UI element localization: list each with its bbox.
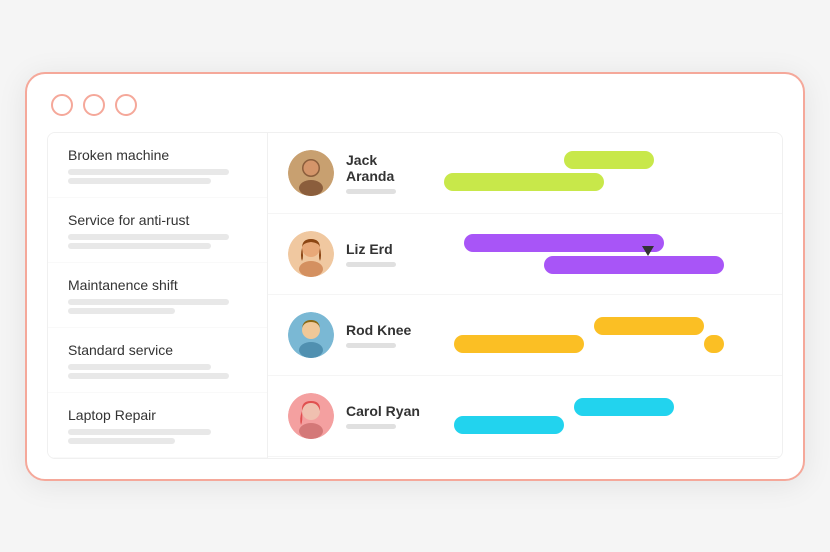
sidebar-item-title: Maintanence shift: [68, 277, 247, 293]
avatar-jack: [288, 150, 334, 196]
person-info-carol: Carol Ryan: [288, 393, 428, 439]
sidebar-item-laptop-repair[interactable]: Laptop Repair: [48, 393, 267, 458]
person-name-liz: Liz Erd: [346, 241, 396, 257]
gantt-bar-carol-1: [454, 416, 564, 434]
sidebar-item-maintenance[interactable]: Maintanence shift: [48, 263, 267, 328]
person-name-jack: Jack Aranda: [346, 152, 428, 184]
sidebar-bar-2: [68, 373, 229, 379]
person-sub-jack: [346, 189, 396, 194]
gantt-row-jack: Jack Aranda: [268, 133, 782, 214]
main-layout: Broken machine Service for anti-rust Mai…: [47, 132, 783, 459]
gantt-row-carol: Carol Ryan: [268, 376, 782, 457]
sidebar-item-title: Standard service: [68, 342, 247, 358]
sidebar-bar-1: [68, 234, 229, 240]
sidebar: Broken machine Service for anti-rust Mai…: [48, 133, 268, 458]
gantt-bar-carol-2: [574, 398, 674, 416]
sidebar-bar-1: [68, 299, 229, 305]
gantt-bar-rod-1: [454, 335, 584, 353]
gantt-bar-jack-2: [564, 151, 654, 169]
person-info-rod: Rod Knee: [288, 312, 428, 358]
gantt-bar-rod-2: [594, 317, 704, 335]
browser-controls: [47, 94, 783, 116]
gantt-bar-jack-1: [444, 173, 604, 191]
sidebar-item-standard-service[interactable]: Standard service: [48, 328, 267, 393]
browser-window: Broken machine Service for anti-rust Mai…: [25, 72, 805, 481]
sidebar-bar-1: [68, 429, 211, 435]
sidebar-bar-2: [68, 243, 211, 249]
person-name-rod: Rod Knee: [346, 322, 411, 338]
cursor-indicator: [642, 246, 654, 256]
gantt-bar-liz-2: [544, 256, 724, 274]
gantt-bar-rod-3: [704, 335, 724, 353]
gantt-row-rod: Rod Knee: [268, 295, 782, 376]
sidebar-item-title: Laptop Repair: [68, 407, 247, 423]
avatar-carol: [288, 393, 334, 439]
sidebar-item-title: Broken machine: [68, 147, 247, 163]
gantt-bar-liz-1: [464, 234, 664, 252]
gantt-bars-rod: [444, 305, 762, 365]
avatar-rod: [288, 312, 334, 358]
sidebar-item-broken-machine[interactable]: Broken machine: [48, 133, 267, 198]
sidebar-bar-2: [68, 178, 211, 184]
gantt-bars-liz: [444, 224, 762, 284]
gantt-bars-jack: [444, 143, 762, 203]
sidebar-bar-1: [68, 169, 229, 175]
person-info-liz: Liz Erd: [288, 231, 428, 277]
sidebar-item-title: Service for anti-rust: [68, 212, 247, 228]
browser-dot-3: [115, 94, 137, 116]
sidebar-item-anti-rust[interactable]: Service for anti-rust: [48, 198, 267, 263]
person-sub-rod: [346, 343, 396, 348]
sidebar-bar-2: [68, 438, 175, 444]
gantt-area: Jack Aranda: [268, 133, 782, 458]
sidebar-bar-1: [68, 364, 211, 370]
person-sub-carol: [346, 424, 396, 429]
browser-dot-2: [83, 94, 105, 116]
person-name-carol: Carol Ryan: [346, 403, 420, 419]
gantt-bars-carol: [444, 386, 762, 446]
gantt-row-liz: Liz Erd: [268, 214, 782, 295]
person-sub-liz: [346, 262, 396, 267]
browser-dot-1: [51, 94, 73, 116]
avatar-liz: [288, 231, 334, 277]
person-info-jack: Jack Aranda: [288, 150, 428, 196]
sidebar-bar-2: [68, 308, 175, 314]
